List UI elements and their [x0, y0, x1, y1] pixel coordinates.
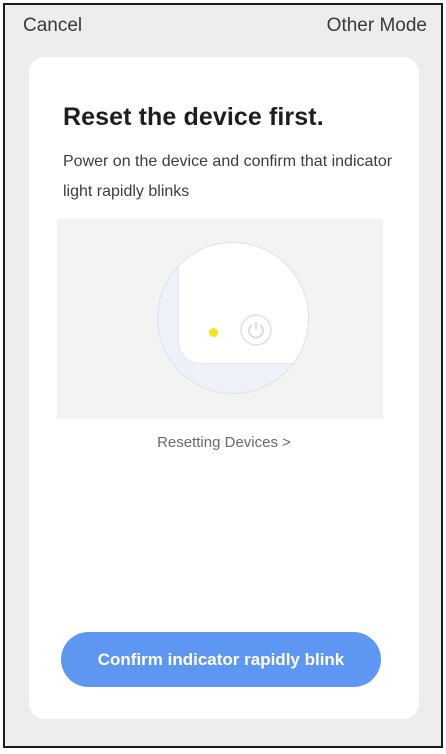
- device-zoom-circle: [157, 242, 309, 394]
- cancel-button[interactable]: Cancel: [23, 15, 82, 37]
- reset-instructions-card: Reset the device first. Power on the dev…: [29, 57, 419, 719]
- indicator-light-icon: [209, 328, 218, 337]
- resetting-devices-link[interactable]: Resetting Devices >: [29, 434, 419, 451]
- app-screen: Cancel Other Mode Reset the device first…: [3, 3, 443, 748]
- device-illustration: [57, 219, 383, 419]
- page-title: Reset the device first.: [63, 103, 324, 131]
- power-icon: [239, 313, 273, 347]
- instruction-text: Power on the device and confirm that ind…: [63, 153, 393, 200]
- confirm-blink-button[interactable]: Confirm indicator rapidly blink: [61, 632, 381, 687]
- other-mode-button[interactable]: Other Mode: [327, 15, 427, 37]
- device-panel: [178, 243, 308, 364]
